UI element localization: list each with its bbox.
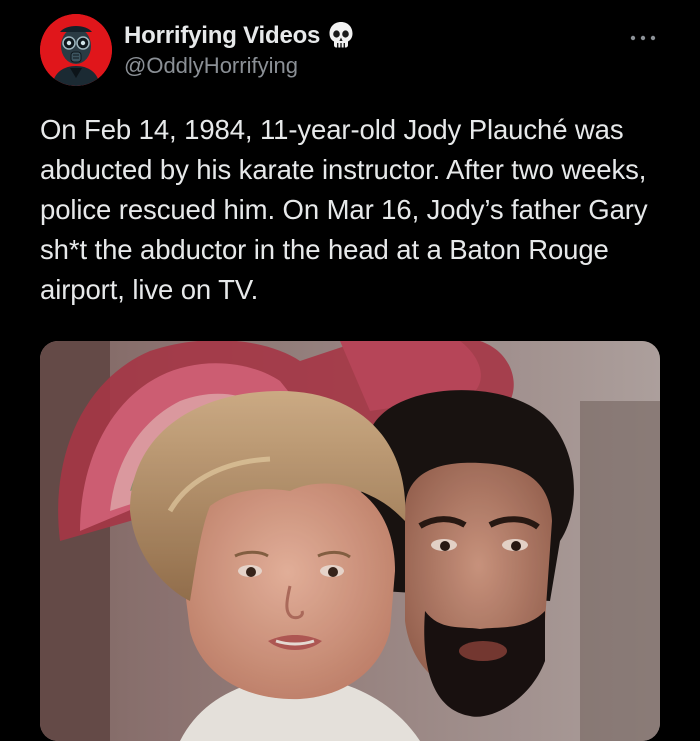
display-name[interactable]: Horrifying Videos bbox=[124, 22, 320, 50]
display-name-row: Horrifying Videos bbox=[124, 20, 354, 52]
avatar-figure-icon bbox=[40, 14, 112, 86]
skull-icon bbox=[328, 21, 354, 51]
tweet-header: Horrifying Videos @OddlyHorrifying bbox=[124, 20, 354, 79]
more-horizontal-icon[interactable] bbox=[630, 30, 656, 41]
tweet-photo[interactable] bbox=[40, 341, 660, 741]
tweet-text: On Feb 14, 1984, 11-year-old Jody Plauch… bbox=[40, 114, 648, 305]
avatar[interactable] bbox=[40, 14, 112, 86]
user-handle[interactable]: @OddlyHorrifying bbox=[124, 53, 354, 79]
photo-image bbox=[40, 341, 660, 741]
tweet: Horrifying Videos @OddlyHorrifying On Fe… bbox=[0, 0, 700, 741]
